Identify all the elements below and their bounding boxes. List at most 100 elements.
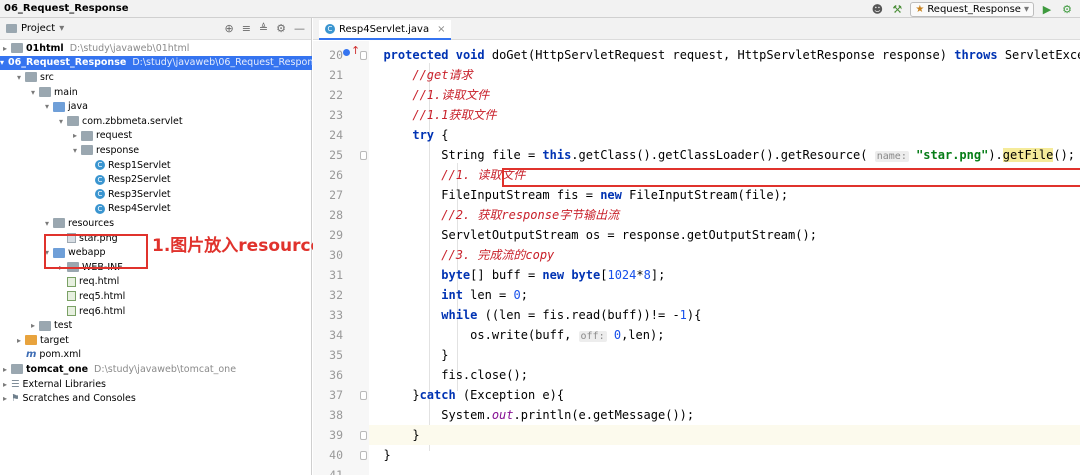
chevron-right-icon[interactable]: ▸	[14, 336, 24, 345]
module-folder-icon	[11, 364, 23, 375]
chevron-down-icon[interactable]: ▾	[70, 146, 80, 155]
chevron-right-icon[interactable]: ▸	[0, 380, 10, 389]
build-hammer-icon[interactable]: ⚒	[890, 2, 904, 16]
fold-marker-icon[interactable]	[360, 151, 367, 160]
maven-icon: m	[26, 349, 37, 361]
tree-item-target[interactable]: ▸ target	[0, 333, 312, 348]
annotation-highlight-box	[44, 234, 148, 269]
tree-item-resp3servlet[interactable]: C Resp3Servlet	[0, 187, 312, 202]
expand-all-icon[interactable]: ≡	[242, 22, 251, 35]
chevron-right-icon[interactable]: ▸	[0, 365, 10, 374]
excluded-folder-icon	[25, 335, 37, 346]
tree-item-label: com.zbbmeta.servlet	[82, 115, 183, 127]
chevron-down-icon[interactable]: ▾	[42, 219, 52, 228]
tree-item-java[interactable]: ▾ java	[0, 99, 312, 114]
project-panel-tools: ⊕ ≡ ≜ ⚙ —	[224, 22, 305, 35]
run-icon[interactable]: ▶	[1040, 2, 1054, 16]
tree-item-req6-html[interactable]: req6.html	[0, 304, 312, 319]
code-line-31: byte[] buff = new byte[1024*8];	[441, 268, 666, 282]
chevron-down-icon[interactable]: ▾	[0, 58, 4, 67]
html-file-icon	[67, 276, 76, 287]
gear-icon[interactable]: ⚙	[276, 22, 286, 35]
tree-item-label: External Libraries	[22, 378, 106, 390]
tree-item-label: req5.html	[79, 290, 126, 302]
chevron-right-icon[interactable]: ▸	[0, 394, 10, 403]
line-number: 35	[329, 348, 343, 362]
project-panel-header: Project ▾ ⊕ ≡ ≜ ⚙ —	[0, 18, 311, 40]
project-breadcrumb[interactable]: 06_Request_Response	[4, 3, 129, 14]
tree-item-req5-html[interactable]: req5.html	[0, 289, 312, 304]
line-number: 25	[329, 148, 343, 162]
code-line-30: //3. 完成流的copy	[441, 248, 555, 262]
tree-item-label: test	[54, 320, 73, 332]
tree-item-path: D:\study\javaweb\tomcat_one	[94, 363, 237, 375]
html-file-icon	[67, 291, 76, 302]
tree-item-response[interactable]: ▾ response	[0, 143, 312, 158]
tree-item-label: Resp2Servlet	[108, 174, 171, 186]
tree-item-tomcat-one[interactable]: ▸ tomcat_one D:\study\javaweb\tomcat_one	[0, 362, 312, 377]
tree-item-src[interactable]: ▾ src	[0, 70, 312, 85]
tree-item-label: resources	[68, 217, 115, 229]
collapse-all-icon[interactable]: ≜	[259, 22, 268, 35]
line-number: 31	[329, 268, 343, 282]
close-icon[interactable]: ×	[437, 24, 445, 35]
tree-item-req-html[interactable]: req.html	[0, 275, 312, 290]
code-line-27: FileInputStream fis = new FileInputStrea…	[369, 188, 789, 202]
tree-item-package[interactable]: ▾ com.zbbmeta.servlet	[0, 114, 312, 129]
line-number: 33	[329, 308, 343, 322]
tree-item-resources[interactable]: ▾ resources	[0, 216, 312, 231]
user-icon[interactable]: ☻	[870, 2, 884, 16]
fold-marker-icon[interactable]	[360, 391, 367, 400]
tree-item-01html[interactable]: ▸ 01html D:\study\javaweb\01html	[0, 41, 312, 56]
code-line-28: //2. 获取response字节输出流	[441, 208, 620, 222]
override-icon[interactable]	[343, 49, 350, 56]
tree-item-test[interactable]: ▸ test	[0, 318, 312, 333]
chevron-down-icon[interactable]: ▾	[42, 102, 52, 111]
folder-icon	[25, 72, 37, 83]
scratches-icon: ⚑	[11, 393, 20, 405]
line-number: 29	[329, 228, 343, 242]
chevron-down-icon: ▾	[59, 23, 65, 34]
title-bar: 06_Request_Response ☻ ⚒ ★ Request_Respon…	[0, 0, 1080, 18]
fold-marker-icon[interactable]	[360, 451, 367, 460]
tab-resp4servlet[interactable]: C Resp4Servlet.java ×	[319, 20, 452, 40]
tree-item-label: java	[68, 101, 88, 113]
line-number: 39	[329, 428, 343, 442]
hide-panel-icon[interactable]: —	[294, 22, 305, 35]
line-number: 28	[329, 208, 343, 222]
chevron-right-icon[interactable]: ▸	[70, 131, 80, 140]
project-panel-title: Project	[21, 23, 56, 34]
tree-item-request[interactable]: ▸ request	[0, 129, 312, 144]
project-view-selector[interactable]: Project ▾	[6, 23, 64, 34]
chevron-down-icon[interactable]: ▾	[28, 88, 38, 97]
fold-marker-icon[interactable]	[360, 51, 367, 60]
code-line-39: }	[369, 425, 1080, 445]
tree-item-pom-xml[interactable]: m pom.xml	[0, 348, 312, 363]
line-number: 37	[329, 388, 343, 402]
project-view-icon	[6, 24, 17, 33]
tree-item-label: request	[96, 130, 133, 142]
run-configuration-select[interactable]: ★ Request_Response ▾	[910, 1, 1034, 17]
implements-arrow-icon[interactable]: ↑	[351, 44, 360, 57]
tree-item-scratches[interactable]: ▸ ⚑ Scratches and Consoles	[0, 391, 312, 406]
module-folder-icon	[11, 43, 23, 54]
tree-item-resp4servlet[interactable]: C Resp4Servlet	[0, 202, 312, 217]
chevron-right-icon[interactable]: ▸	[28, 321, 38, 330]
tree-item-main[interactable]: ▾ main	[0, 85, 312, 100]
tree-item-label: Resp1Servlet	[108, 159, 171, 171]
chevron-right-icon[interactable]: ▸	[0, 44, 10, 53]
code-area[interactable]: protected void doGet(HttpServletRequest …	[369, 41, 1080, 475]
code-line-24: try {	[412, 128, 449, 142]
code-line-29: ServletOutputStream os = response.getOut…	[369, 228, 817, 242]
fold-marker-icon[interactable]	[360, 431, 367, 440]
debug-icon[interactable]: ⚙	[1060, 2, 1074, 16]
tree-item-resp1servlet[interactable]: C Resp1Servlet	[0, 158, 312, 173]
locate-icon[interactable]: ⊕	[224, 22, 233, 35]
tree-item-resp2servlet[interactable]: C Resp2Servlet	[0, 172, 312, 187]
tree-item-06-request-response[interactable]: ▾ 06_Request_Response D:\study\javaweb\0…	[0, 55, 324, 71]
tree-item-external-libraries[interactable]: ▸ ☰ External Libraries	[0, 377, 312, 392]
line-number: 23	[329, 108, 343, 122]
chevron-down-icon[interactable]: ▾	[14, 73, 24, 82]
chevron-down-icon[interactable]: ▾	[56, 117, 66, 126]
